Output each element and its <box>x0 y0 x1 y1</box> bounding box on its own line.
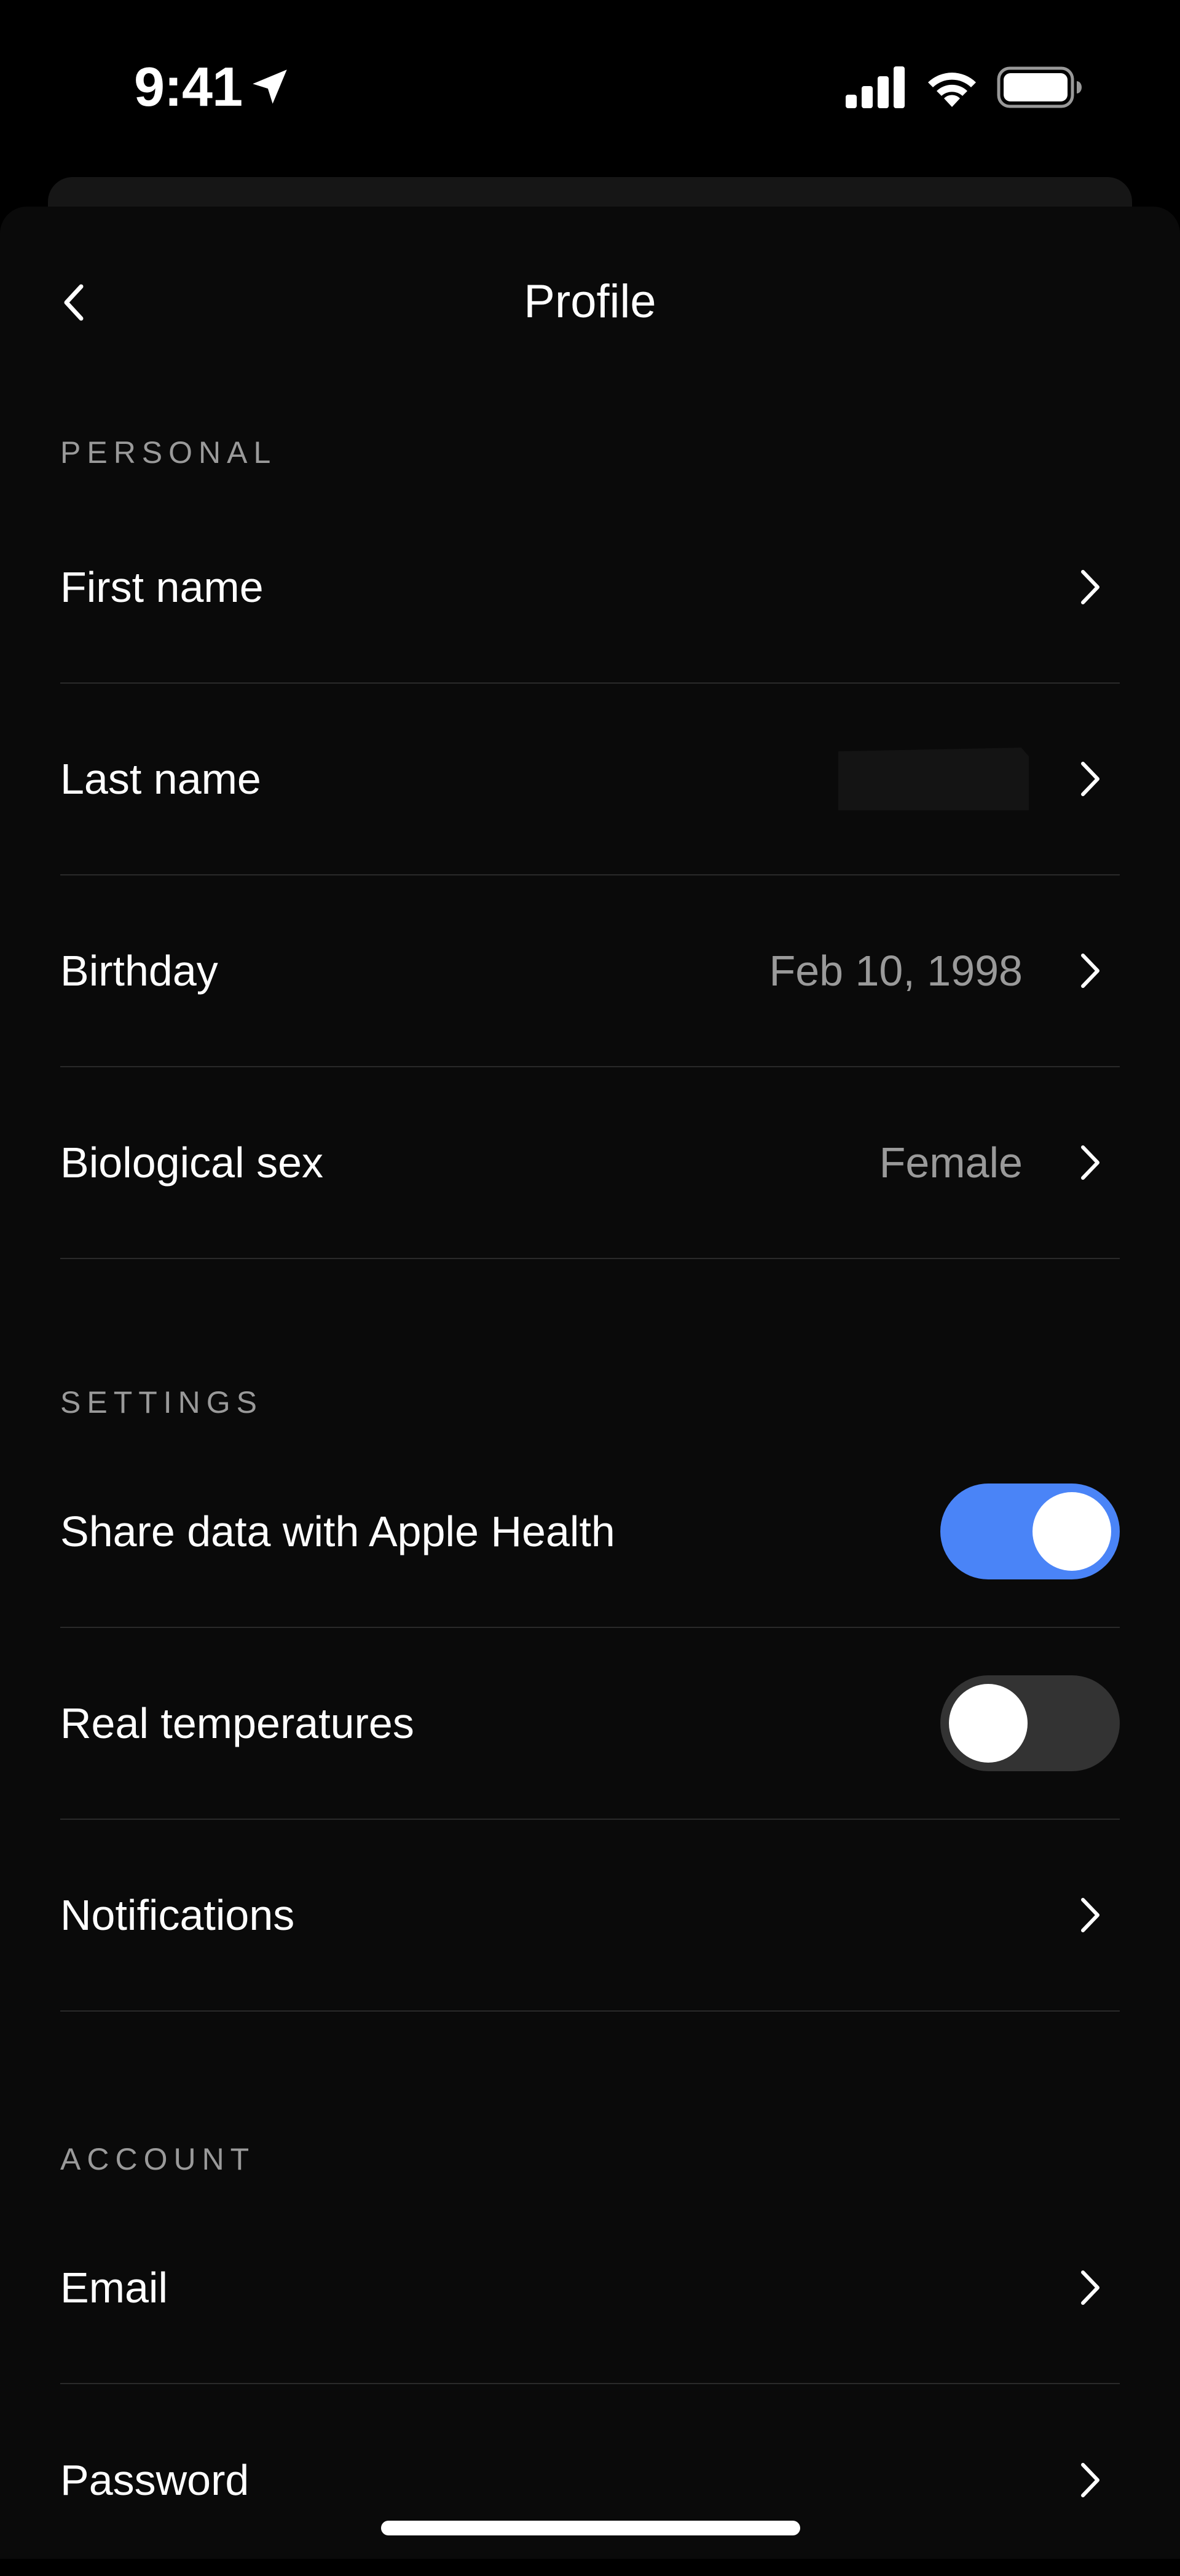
chevron-right-icon <box>1081 1145 1099 1180</box>
chevron-right-icon <box>1081 2270 1099 2305</box>
redacted-value <box>838 748 1029 810</box>
row-biological-sex[interactable]: Biological sex Female <box>60 1067 1120 1259</box>
row-label: Password <box>60 2456 250 2504</box>
row-real-temperatures: Real temperatures <box>60 1628 1120 1820</box>
row-label: Share data with Apple Health <box>60 1507 615 1555</box>
section-header-settings: SETTINGS <box>60 1385 264 1420</box>
row-label: Real temperatures <box>60 1699 414 1747</box>
home-indicator[interactable] <box>381 2521 800 2535</box>
row-value: Female <box>879 1139 1023 1187</box>
section-header-personal: PERSONAL <box>60 435 277 470</box>
row-birthday[interactable]: Birthday Feb 10, 1998 <box>60 875 1120 1067</box>
row-label: First name <box>60 563 264 611</box>
row-share-apple-health: Share data with Apple Health <box>60 1436 1120 1628</box>
status-bar: 9:41 <box>0 0 1180 172</box>
toggle-knob <box>949 1684 1028 1763</box>
status-time: 9:41 <box>134 57 243 118</box>
row-label: Biological sex <box>60 1139 323 1187</box>
row-label: Email <box>60 2264 168 2312</box>
section-header-account: ACCOUNT <box>60 2142 256 2176</box>
location-arrow-icon <box>253 69 287 104</box>
row-label: Notifications <box>60 1891 295 1939</box>
chevron-right-icon <box>1081 1898 1099 1932</box>
wifi-icon <box>928 73 976 107</box>
row-value: Feb 10, 1998 <box>769 947 1023 995</box>
chevron-right-icon <box>1081 570 1099 604</box>
chevron-right-icon <box>1081 954 1099 988</box>
row-email[interactable]: Email <box>60 2192 1120 2384</box>
page-title: Profile <box>524 275 656 328</box>
cellular-signal-icon <box>846 66 905 108</box>
row-last-name[interactable]: Last name <box>60 684 1120 875</box>
row-label: Birthday <box>60 947 218 995</box>
row-first-name[interactable]: First name <box>60 492 1120 684</box>
chevron-right-icon <box>1081 762 1099 796</box>
chevron-right-icon <box>1081 2463 1099 2497</box>
row-notifications[interactable]: Notifications <box>60 1820 1120 2012</box>
row-password[interactable]: Password <box>60 2384 1120 2576</box>
apple-health-toggle[interactable] <box>940 1484 1120 1579</box>
profile-sheet: Profile PERSONAL First name Last name Bi… <box>0 207 1180 2559</box>
battery-icon <box>997 66 1082 108</box>
real-temperatures-toggle[interactable] <box>940 1675 1120 1771</box>
row-label: Last name <box>60 755 261 803</box>
toggle-knob <box>1032 1492 1111 1571</box>
